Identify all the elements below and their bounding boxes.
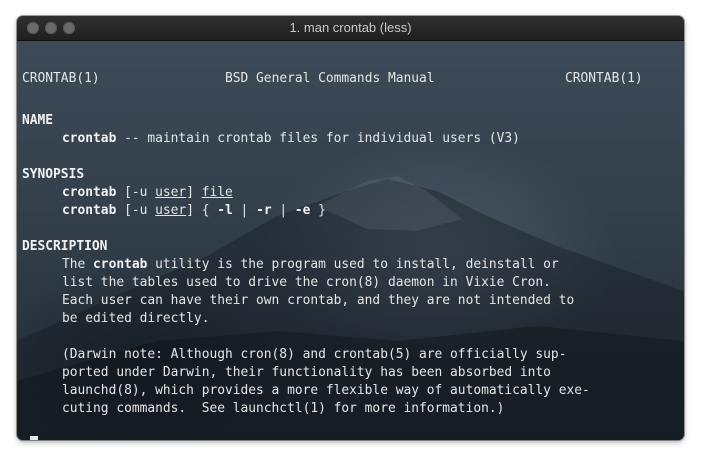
title-bar[interactable]: 1. man crontab (less) bbox=[17, 16, 684, 41]
synopsis-heading: SYNOPSIS bbox=[22, 167, 85, 182]
pager-prompt[interactable]: : bbox=[22, 436, 30, 440]
synopsis-flag-l: -l bbox=[217, 203, 233, 218]
description-text: The bbox=[62, 257, 94, 272]
man-page-text: CRONTAB(1) BSD General Commands Manual CRO… bbox=[17, 41, 684, 440]
synopsis-line-2: crontab [-u user] { -l | -r | -e } bbox=[62, 202, 326, 220]
header-right: CRONTAB(1) bbox=[565, 71, 643, 86]
synopsis-command: crontab bbox=[62, 185, 117, 200]
header-left: CRONTAB(1) bbox=[22, 71, 100, 86]
synopsis-flag-e: -e bbox=[294, 203, 311, 218]
name-description: -- maintain crontab files for individual… bbox=[116, 131, 520, 146]
synopsis-separator: | bbox=[271, 203, 295, 218]
synopsis-user-arg: user bbox=[155, 185, 187, 200]
name-command: crontab bbox=[62, 131, 117, 146]
synopsis-end: } bbox=[310, 203, 326, 218]
terminal-window: 1. man crontab (less) CRONTAB(1) BSD Gene… bbox=[17, 16, 684, 440]
text-cursor bbox=[30, 436, 38, 440]
synopsis-option-open: [-u bbox=[116, 203, 156, 218]
synopsis-user-arg: user bbox=[155, 203, 187, 218]
synopsis-option-close: ] bbox=[186, 185, 202, 200]
description-command: crontab bbox=[93, 257, 148, 272]
description-heading: DESCRIPTION bbox=[22, 239, 108, 254]
synopsis-option-open: [-u bbox=[116, 185, 156, 200]
darwin-note-line: launchd(8), which provides a more flexib… bbox=[62, 383, 590, 398]
man-header: CRONTAB(1) BSD General Commands Manual CRO… bbox=[22, 70, 643, 88]
darwin-note-line: cuting commands. See launchctl(1) for mo… bbox=[62, 401, 505, 416]
synopsis-file-arg: file bbox=[201, 185, 233, 200]
description-line: be edited directly. bbox=[62, 311, 210, 326]
window-title: 1. man crontab (less) bbox=[289, 20, 412, 35]
synopsis-flag-r: -r bbox=[256, 203, 272, 218]
description-line: list the tables used to drive the cron(8… bbox=[62, 275, 551, 290]
description-line: The crontab utility is the program used … bbox=[62, 256, 559, 274]
header-center: BSD General Commands Manual bbox=[225, 71, 435, 86]
name-heading: NAME bbox=[22, 113, 54, 128]
terminal-content[interactable]: CRONTAB(1) BSD General Commands Manual CRO… bbox=[17, 41, 684, 440]
darwin-note-line: (Darwin note: Although cron(8) and cront… bbox=[62, 347, 567, 362]
synopsis-separator: | bbox=[232, 203, 257, 218]
synopsis-line-1: crontab [-u user] file bbox=[62, 184, 233, 202]
description-text: utility is the program used to install, … bbox=[147, 257, 559, 272]
synopsis-option-close: ] { bbox=[186, 203, 218, 218]
name-line: crontab -- maintain crontab files for in… bbox=[62, 130, 520, 148]
synopsis-command: crontab bbox=[62, 203, 117, 218]
darwin-note-line: ported under Darwin, their functionality… bbox=[62, 365, 551, 380]
description-line: Each user can have their own crontab, an… bbox=[62, 293, 575, 308]
